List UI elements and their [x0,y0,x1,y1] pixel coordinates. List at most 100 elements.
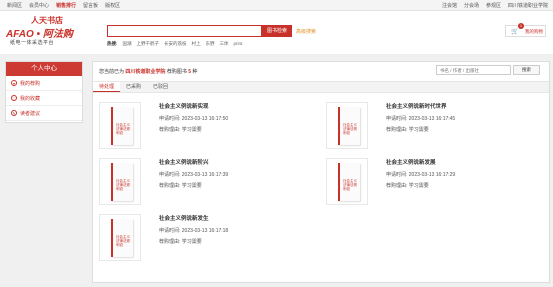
book-cover[interactable]: 社会主义 法律法规 例说 [99,102,141,149]
recommend-reason: 荐购理由: 学习需要 [159,238,202,245]
book-cover-page: 社会主义 法律法规 例说 [111,107,133,145]
apply-time-value: 2023-03-13 16:17:39 [181,172,229,178]
tab-rejected[interactable]: 已驳回 [147,82,174,92]
book-cover-page: 社会主义 法律法规 例说 [338,163,360,201]
logo-line3: 纸电一体采选平台 [10,40,55,46]
sidebar-item-my-favorites[interactable]: ♡ 我的收藏 [6,91,82,106]
status-tabs: 待处理 已采购 已驳回 [93,81,549,93]
book-title[interactable]: 社会主义例说新发展 [386,158,436,166]
cart-icon: 🛒 [511,29,519,35]
summary-prefix: 您当前已为 [99,69,125,75]
recommend-reason: 荐购理由: 学习需要 [386,182,429,189]
search-button[interactable]: 图书检索 [262,25,292,37]
cart-count-badge: 1 [518,23,524,29]
hot-search-word[interactable]: 三体 [220,41,229,47]
header: 人天书店 AFAO • 阿法购 纸电一体采选平台 图书检索 高级搜索 热搜: 国… [0,11,553,54]
recommend-reason: 荐购理由: 学习需要 [386,126,429,133]
top-nav-link-message-board[interactable]: 留言板 [83,2,98,9]
cart-button[interactable]: 🛒 1 我的购物 [505,23,546,37]
main-panel: 您当前已为 四川铁道职业学院 荐购图书 5 种 搜索 待处理 已采购 已驳回 社… [92,61,550,283]
reason-label: 荐购理由: [386,127,408,133]
book-cover-text: 社会主义 法律法规 例说 [116,235,130,248]
sidebar-item-my-recommendations[interactable]: ▾ 我的荐购 [6,76,82,91]
cart-label: 我的购物 [525,29,543,34]
top-nav-link-visit[interactable]: 参观区 [486,2,501,9]
top-nav-user-school[interactable]: 四川铁道职业学院 [508,2,548,9]
hot-search-list: 热搜: 国潮 上野千鹤子 长安的荔枝 村上 东野 三体 print [107,41,242,47]
hot-search-word[interactable]: print [234,41,243,47]
apply-time: 申请时间: 2023-03-13 16:17:18 [159,227,228,234]
book-title[interactable]: 社会主义例说新时代世界 [386,102,447,110]
book-title[interactable]: 社会主义例说新实现 [159,102,209,110]
book-cover-page: 社会主义 法律法规 例说 [338,107,360,145]
tab-purchased[interactable]: 已采购 [120,82,147,92]
apply-time: 申请时间: 2023-03-13 16:17:39 [159,171,228,178]
site-logo[interactable]: 人天书店 AFAO • 阿法购 纸电一体采选平台 [6,15,84,51]
recommend-reason: 荐购理由: 学习需要 [159,182,202,189]
apply-time: 申请时间: 2023-03-13 16:17:50 [159,115,228,122]
hot-search-word[interactable]: 村上 [192,41,201,47]
message-icon: ✎ [11,110,17,116]
sidebar-title: 个人中心 [6,62,82,76]
apply-time-value: 2023-03-13 16:17:29 [408,172,456,178]
book-cover[interactable]: 社会主义 法律法规 例说 [99,214,141,261]
heart-icon: ♡ [11,95,17,101]
apply-time: 申请时间: 2023-03-13 16:17:45 [386,115,455,122]
reason-value: 学习需要 [181,183,202,189]
book-search-box [436,65,511,75]
hot-search-word[interactable]: 国潮 [123,41,132,47]
reason-value: 学习需要 [181,239,202,245]
summary-mid: 荐购图书 [166,69,187,75]
hot-search-word[interactable]: 东野 [206,41,215,47]
reason-label: 荐购理由: [386,183,408,189]
top-nav-link-member[interactable]: 会员中心 [29,2,49,9]
reason-label: 荐购理由: [159,239,181,245]
summary-school: 四川铁道职业学院 [125,69,166,75]
apply-time-label: 申请时间: [159,172,181,178]
top-nav-left: 新闻区 会员中心 销售排行 留言板 版权区 [7,2,120,9]
book-cover[interactable]: 社会主义 法律法规 例说 [99,158,141,205]
top-nav-link-sales-rank[interactable]: 销售排行 [56,2,76,9]
apply-time-label: 申请时间: [159,228,181,234]
apply-time-label: 申请时间: [159,116,181,122]
personal-center-sidebar: 个人中心 ▾ 我的荐购 ♡ 我的收藏 ✎ 读者建议 [5,61,83,123]
search-input[interactable] [108,26,261,36]
top-nav-link-copyright[interactable]: 版权区 [105,2,120,9]
summary-suffix: 种 [192,69,198,75]
apply-time-value: 2023-03-13 16:17:45 [408,116,456,122]
hot-search-word[interactable]: 长安的荔枝 [164,41,187,47]
cart-icon: ▾ [11,80,17,86]
book-cover-page: 社会主义 法律法规 例说 [111,163,133,201]
recommend-reason: 荐购理由: 学习需要 [159,126,202,133]
sidebar-item-label: 读者建议 [20,110,41,117]
apply-time: 申请时间: 2023-03-13 16:17:29 [386,171,455,178]
tab-pending[interactable]: 待处理 [93,82,121,92]
top-nav-link-news[interactable]: 新闻区 [7,2,22,9]
top-nav-bar: 新闻区 会员中心 销售排行 留言板 版权区 注会馆 分会场 参观区 四川铁道职业… [0,0,553,11]
reason-value: 学习需要 [408,127,429,133]
recommendation-summary: 您当前已为 四川铁道职业学院 荐购图书 5 种 [99,68,197,75]
book-title[interactable]: 社会主义例说新发生 [159,214,209,222]
reason-label: 荐购理由: [159,127,181,133]
book-cover[interactable]: 社会主义 法律法规 例说 [326,158,368,205]
book-cover[interactable]: 社会主义 法律法规 例说 [326,102,368,149]
hot-search-word[interactable]: 上野千鹤子 [137,41,160,47]
advanced-search-link[interactable]: 高级搜索 [296,28,316,35]
book-title[interactable]: 社会主义例说新阶兴 [159,158,209,166]
book-cover-text: 社会主义 法律法规 例说 [343,179,357,192]
book-cover-text: 社会主义 法律法规 例说 [343,123,357,136]
book-card: 社会主义 法律法规 例说 社会主义例说新时代世界 申请时间: 2023-03-1… [326,102,526,154]
top-nav-link-branch[interactable]: 分会场 [464,2,479,9]
apply-time-label: 申请时间: [386,172,408,178]
reason-value: 学习需要 [408,183,429,189]
book-search-input[interactable] [437,66,510,74]
sidebar-item-reader-suggestions[interactable]: ✎ 读者建议 [6,106,82,121]
book-card: 社会主义 法律法规 例说 社会主义例说新发展 申请时间: 2023-03-13 … [326,158,526,210]
sidebar-item-label: 我的荐购 [20,80,41,87]
top-nav-right: 注会馆 分会场 参观区 四川铁道职业学院 [442,2,548,9]
book-search-button[interactable]: 搜索 [513,65,540,75]
top-nav-link-venue[interactable]: 注会馆 [442,2,457,9]
logo-line2: AFAO • 阿法购 [6,29,73,40]
book-cover-page: 社会主义 法律法规 例说 [111,219,133,257]
reason-label: 荐购理由: [159,183,181,189]
